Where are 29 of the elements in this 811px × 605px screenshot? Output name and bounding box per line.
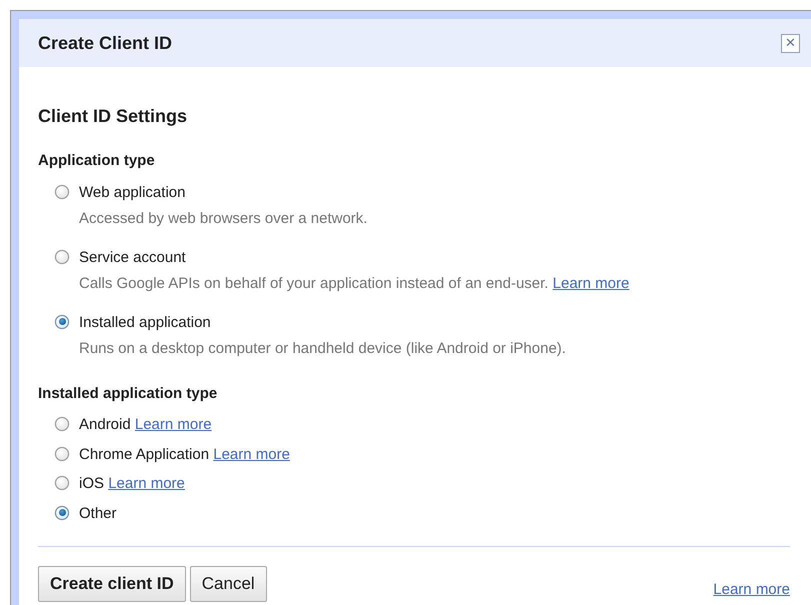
learn-more-link[interactable]: Learn more: [552, 275, 630, 292]
section-heading: Client ID Settings: [38, 105, 188, 128]
group-heading: Application type: [38, 151, 156, 171]
option-label: Chrome Application: [79, 446, 210, 462]
option-label: Web application: [79, 184, 186, 200]
group-heading: Installed application type: [38, 384, 218, 404]
close-button[interactable]: ✕: [781, 34, 800, 52]
learn-more-link[interactable]: Learn more: [213, 446, 290, 462]
option-label: Installed application: [79, 314, 211, 330]
option-label: Other: [79, 504, 117, 522]
radio-button[interactable]: [55, 417, 69, 431]
dialog-title: Create Client ID: [38, 32, 172, 54]
learn-more-link[interactable]: Learn more: [713, 579, 790, 602]
learn-more-link[interactable]: Learn more: [108, 475, 185, 492]
create-button[interactable]: Create client ID: [38, 566, 186, 602]
radio-button[interactable]: [55, 506, 69, 520]
option-label: Service account: [79, 248, 186, 266]
radio-button[interactable]: [55, 184, 69, 198]
option-label: Android: [79, 416, 131, 433]
radio-button[interactable]: [55, 446, 69, 460]
option-label: iOS: [79, 475, 104, 492]
radio-button[interactable]: [55, 250, 69, 264]
option-description: Calls Google APIs on behalf of your application instead of an end-user.: [79, 275, 548, 292]
option-description: Runs on a desktop computer or handheld device (like Android or iPhone).: [79, 340, 566, 357]
cancel-button[interactable]: Cancel: [190, 566, 267, 602]
option-description: Accessed by web browsers over a network.: [79, 210, 368, 227]
learn-more-link[interactable]: Learn more: [134, 416, 212, 433]
radio-button[interactable]: [55, 314, 69, 328]
radio-button[interactable]: [55, 476, 69, 490]
